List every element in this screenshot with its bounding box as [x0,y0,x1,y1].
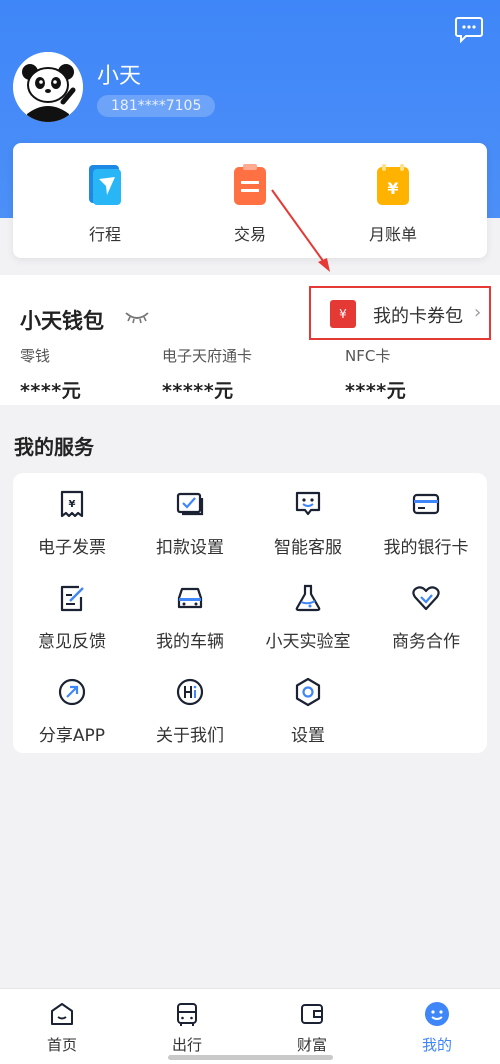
service-settings[interactable]: 设置 [249,677,367,746]
wallet-item-label: 零钱 [20,347,51,365]
service-share-app[interactable]: 分享APP [13,677,131,746]
wallet-icon [301,1004,323,1024]
wallet-item-label: NFC卡 [345,347,391,365]
hide-eye-icon[interactable] [124,309,150,325]
tab-wealth[interactable]: 财富 [282,1001,342,1055]
service-label: 商务合作 [392,632,460,652]
wallet-section: 小天钱包 ¥ 我的卡券包 › 零钱 ****元 电子天府通卡 *****元 NF… [0,275,500,405]
service-e-invoice[interactable]: ¥ 电子发票 [13,489,131,558]
service-lab[interactable]: 小天实验室 [249,583,367,652]
svg-text:¥: ¥ [69,499,76,510]
profile-smile-icon [425,1002,449,1026]
monthly-bill-icon: ¥ [377,164,409,205]
bus-icon [177,1003,197,1026]
wallet-title: 小天钱包 [20,309,104,333]
wallet-item-value: ****元 [20,380,82,402]
service-cooperation[interactable]: 商务合作 [367,583,485,652]
e-invoice-icon: ¥ [60,490,84,518]
service-label: 扣款设置 [156,538,224,558]
about-icon [176,678,204,706]
panda-avatar-icon [13,52,83,122]
home-icon [51,1003,73,1025]
quick-action-label: 行程 [88,225,121,244]
service-deduction-settings[interactable]: 扣款设置 [131,489,249,558]
itinerary-icon [89,165,121,205]
cooperation-icon [412,586,440,611]
service-vehicle[interactable]: 我的车辆 [131,583,249,652]
service-label: 设置 [291,726,325,746]
my-coupons-button[interactable]: ¥ 我的卡券包 › [309,286,491,340]
service-customer-service[interactable]: 智能客服 [249,489,367,558]
tab-label: 我的 [421,1036,452,1054]
wallet-tianfutong-card[interactable]: 电子天府通卡 *****元 [162,345,252,403]
coupon-icon: ¥ [330,300,356,328]
wallet-change[interactable]: 零钱 ****元 [20,345,81,403]
tab-label: 财富 [296,1036,327,1054]
quick-action-transaction[interactable]: 交易 [205,163,295,245]
chevron-right-icon: › [474,302,482,323]
tab-label: 首页 [46,1036,77,1054]
wallet-item-label: 电子天府通卡 [162,347,253,365]
quick-action-itinerary[interactable]: 行程 [60,163,150,245]
share-icon [58,678,86,706]
service-label: 我的车辆 [156,632,224,652]
service-label: 小天实验室 [265,632,351,652]
service-bank-card[interactable]: 我的银行卡 [367,489,485,558]
settings-icon [295,677,321,707]
quick-action-label: 月账单 [368,225,417,244]
service-label: 关于我们 [156,726,224,746]
avatar[interactable] [13,52,83,122]
wallet-item-value: *****元 [162,380,234,402]
bank-card-icon [412,493,440,515]
home-indicator [168,1055,333,1060]
services-card: ¥ 电子发票 扣款设置 智能客服 我的银行卡 意见反馈 我的车辆 小天实验室 商… [13,473,487,753]
transaction-icon [234,164,266,205]
service-feedback[interactable]: 意见反馈 [13,583,131,652]
svg-text:¥: ¥ [387,179,398,198]
vehicle-icon [177,587,203,609]
service-label: 分享APP [38,726,106,746]
quick-action-monthly-bill[interactable]: ¥ 月账单 [348,163,438,245]
tab-home[interactable]: 首页 [32,1001,92,1055]
quick-action-label: 交易 [233,225,266,244]
wallet-item-value: ****元 [345,380,407,402]
wallet-nfc-card[interactable]: NFC卡 ****元 [345,345,406,403]
service-label: 意见反馈 [38,632,106,652]
service-label: 智能客服 [274,538,342,558]
lab-icon [295,584,321,612]
service-label: 我的银行卡 [383,538,469,558]
deduction-settings-icon [176,492,204,516]
tab-label: 出行 [171,1036,202,1054]
quick-actions-card: 行程 交易 ¥ 月账单 [13,143,487,258]
services-title: 我的服务 [14,435,94,459]
feedback-icon [60,585,84,612]
user-name: 小天 [97,64,142,89]
coupon-label: 我的卡券包 [373,306,463,327]
service-about-us[interactable]: 关于我们 [131,677,249,746]
bottom-tab-bar: 首页 出行 财富 我的 [0,988,500,1064]
message-icon[interactable] [454,14,484,44]
service-label: 电子发票 [38,538,106,558]
customer-service-icon [295,491,321,516]
tab-travel[interactable]: 出行 [157,1001,217,1055]
user-phone: 181****7105 [97,95,216,117]
tab-mine[interactable]: 我的 [407,1001,467,1055]
